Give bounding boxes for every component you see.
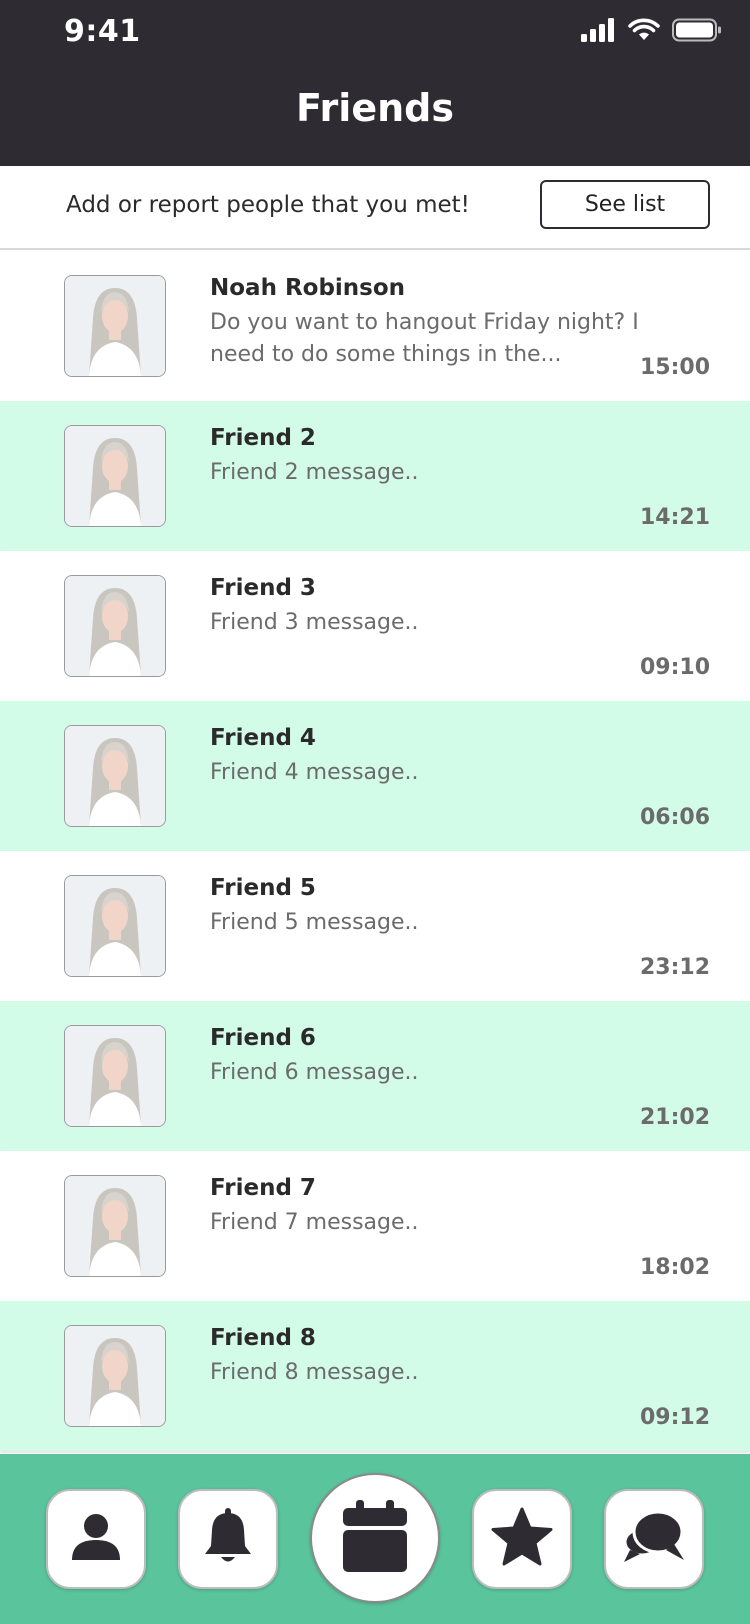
message-preview: Friend 2 message.. [210, 460, 419, 485]
nav-favorites-button[interactable] [472, 1489, 572, 1589]
avatar [64, 275, 166, 377]
message-preview: Friend 8 message.. [210, 1360, 419, 1385]
banner-text: Add or report people that you met! [66, 192, 470, 218]
status-time: 9:41 [64, 14, 141, 49]
message-time: 15:00 [639, 355, 710, 380]
bell-icon [203, 1508, 253, 1570]
friend-name: Friend 3 [210, 575, 316, 601]
conversation-list: Noah Robinson Do you want to hangout Fri… [0, 251, 750, 1451]
conversation-row[interactable]: Friend 2 Friend 2 message.. 14:21 [0, 401, 750, 551]
message-time: 18:02 [639, 1255, 710, 1280]
message-time: 09:10 [639, 655, 710, 680]
friends-screen: 9:41 Friends Add or report people that y… [0, 0, 750, 1624]
conversation-row[interactable]: Friend 8 Friend 8 message.. 09:12 [0, 1301, 750, 1451]
conversation-row[interactable]: Friend 5 Friend 5 message.. 23:12 [0, 851, 750, 1001]
friend-name: Friend 2 [210, 425, 316, 451]
signal-icon [580, 18, 616, 46]
page-title: Friends [296, 86, 454, 130]
calendar-icon [342, 1500, 408, 1576]
conversation-row[interactable]: Noah Robinson Do you want to hangout Fri… [0, 251, 750, 401]
message-time: 06:06 [639, 805, 710, 830]
avatar [64, 425, 166, 527]
star-icon [491, 1507, 553, 1571]
nav-calendar-button[interactable] [310, 1473, 440, 1603]
friend-name: Friend 6 [210, 1025, 316, 1051]
avatar [64, 875, 166, 977]
message-preview: Friend 6 message.. [210, 1060, 419, 1085]
message-preview: Do you want to hangout Friday night? I n… [210, 310, 639, 367]
add-report-banner: Add or report people that you met! See l… [0, 166, 750, 250]
avatar [64, 1025, 166, 1127]
wifi-icon [628, 18, 660, 46]
status-icons [580, 18, 722, 46]
chat-bubbles-icon [622, 1508, 686, 1570]
conversation-row[interactable]: Friend 7 Friend 7 message.. 18:02 [0, 1151, 750, 1301]
avatar [64, 1325, 166, 1427]
conversation-row[interactable]: Friend 6 Friend 6 message.. 21:02 [0, 1001, 750, 1151]
message-time: 14:21 [639, 505, 710, 530]
message-preview: Friend 4 message.. [210, 760, 419, 785]
friend-name: Friend 7 [210, 1175, 316, 1201]
friend-name: Friend 8 [210, 1325, 316, 1351]
avatar [64, 575, 166, 677]
nav-profile-button[interactable] [46, 1489, 146, 1589]
avatar [64, 725, 166, 827]
message-time: 09:12 [639, 1405, 710, 1430]
message-time: 23:12 [639, 955, 710, 980]
message-time: 21:02 [639, 1105, 710, 1130]
message-preview: Friend 5 message.. [210, 910, 419, 935]
see-list-button[interactable]: See list [540, 180, 710, 229]
top-bar: 9:41 Friends [0, 0, 750, 166]
message-preview: Friend 3 message.. [210, 610, 419, 635]
conversation-row[interactable]: Friend 4 Friend 4 message.. 06:06 [0, 701, 750, 851]
nav-notifications-button[interactable] [178, 1489, 278, 1589]
conversation-row[interactable]: Friend 3 Friend 3 message.. 09:10 [0, 551, 750, 701]
friend-name: Friend 4 [210, 725, 316, 751]
battery-icon [672, 18, 722, 46]
bottom-nav [0, 1454, 750, 1624]
message-preview: Friend 7 message.. [210, 1210, 419, 1235]
user-icon [69, 1510, 123, 1568]
friend-name: Noah Robinson [210, 275, 406, 301]
avatar [64, 1175, 166, 1277]
friend-name: Friend 5 [210, 875, 316, 901]
nav-messages-button[interactable] [604, 1489, 704, 1589]
